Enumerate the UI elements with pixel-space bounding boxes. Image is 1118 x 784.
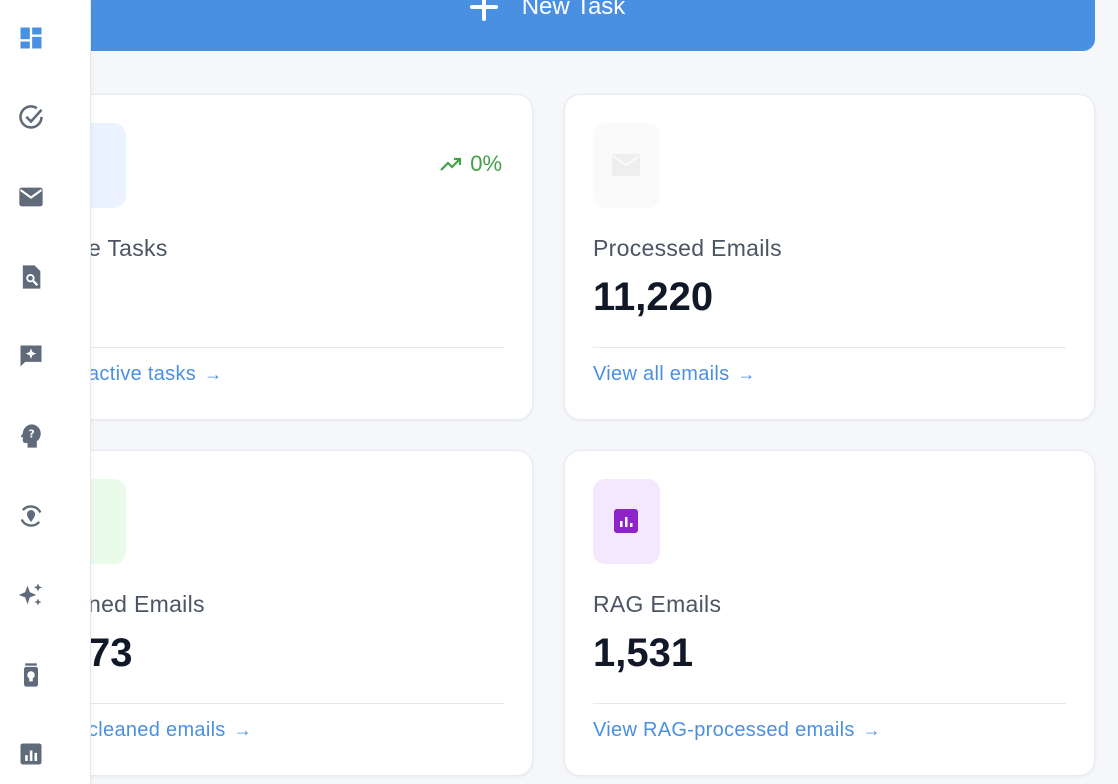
card-value: 73: [88, 631, 133, 675]
lightbulb-jar-icon: [24, 663, 38, 687]
link-label: active tasks: [88, 363, 197, 385]
trend-indicator: 0%: [440, 151, 502, 177]
sidebar-item-emails[interactable]: [15, 181, 47, 213]
card-label: RAG Emails: [593, 591, 722, 617]
plus-icon: [469, 0, 498, 21]
mail-icon: [19, 187, 43, 207]
arrow-right-icon: →: [233, 720, 252, 740]
sidebar-item-ai-chat[interactable]: [15, 340, 47, 372]
check-circle-icon: [19, 105, 43, 129]
trend-value: 0%: [470, 151, 502, 176]
bar-chart-icon: [20, 743, 42, 765]
processed-emails-card: Processed Emails 11,220 View all emails →: [564, 94, 1095, 420]
sidebar-item-sync[interactable]: [15, 500, 47, 532]
sidebar: ?: [0, 0, 91, 784]
card-label: Processed Emails: [593, 235, 782, 261]
sidebar-item-ideas[interactable]: [15, 659, 47, 691]
link-label: View RAG-processed emails: [593, 719, 855, 741]
new-task-label: New Task: [521, 0, 626, 20]
sidebar-item-dashboard[interactable]: [15, 22, 47, 54]
card-divider: [59, 703, 504, 704]
sidebar-item-analytics[interactable]: [15, 738, 47, 770]
card-value: 1,531: [593, 631, 694, 675]
bar-chart-icon: [614, 509, 638, 533]
trending-up-icon: [440, 157, 462, 171]
mail-icon-box: [593, 123, 660, 208]
rag-icon-box: [593, 479, 660, 564]
view-cleaned-emails-link[interactable]: cleaned emails →: [88, 719, 252, 742]
arrow-right-icon: →: [204, 364, 223, 384]
mail-icon: [612, 154, 640, 176]
card-value: 11,220: [593, 275, 714, 319]
sparkles-icon: [18, 583, 43, 606]
card-label: e Tasks: [88, 235, 168, 261]
card-divider: [593, 347, 1066, 348]
sidebar-item-help[interactable]: ?: [15, 420, 47, 452]
card-divider: [593, 703, 1066, 704]
new-task-button[interactable]: New Task: [0, 0, 1095, 51]
view-rag-emails-link[interactable]: View RAG-processed emails →: [593, 719, 881, 742]
arrow-right-icon: →: [862, 720, 881, 740]
arrow-right-icon: →: [737, 364, 756, 384]
rag-emails-card: RAG Emails 1,531 View RAG-processed emai…: [564, 450, 1095, 776]
head-question-icon: ?: [20, 424, 41, 448]
view-all-emails-link[interactable]: View all emails →: [593, 363, 756, 386]
card-divider: [59, 347, 504, 348]
link-label: cleaned emails: [88, 719, 226, 741]
sidebar-item-tasks[interactable]: [15, 102, 47, 134]
sidebar-item-ai-tools[interactable]: [15, 579, 47, 611]
svg-text:?: ?: [29, 429, 35, 441]
active-tasks-card: 0% e Tasks active tasks →: [30, 94, 533, 420]
search-document-icon: [22, 265, 41, 289]
sparkle-chat-icon: [20, 345, 42, 367]
sync-location-icon: [20, 505, 42, 527]
link-label: View all emails: [593, 363, 730, 385]
dashboard-icon: [20, 27, 42, 49]
view-active-tasks-link[interactable]: active tasks →: [88, 363, 222, 386]
card-label: ned Emails: [88, 591, 205, 617]
main-content: New Task 0% e Tasks active tasks → Proces…: [0, 0, 1118, 784]
cleaned-emails-card: ned Emails 73 cleaned emails →: [30, 450, 533, 776]
sidebar-item-search[interactable]: [15, 261, 47, 293]
